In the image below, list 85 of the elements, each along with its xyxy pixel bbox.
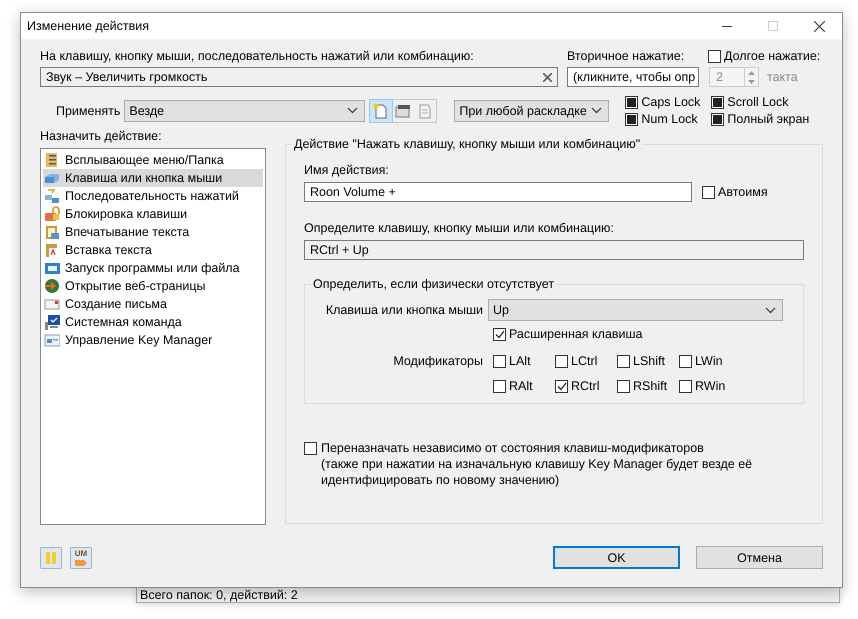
lock-icon xyxy=(44,206,60,222)
input-field[interactable]: RCtrl + Up xyxy=(304,240,804,260)
list-item[interactable]: Управление Key Manager xyxy=(43,331,263,349)
checkbox[interactable] xyxy=(702,186,715,198)
checkbox-label: LShift xyxy=(633,354,665,368)
checkbox-label: RShift xyxy=(633,379,668,393)
maximize-icon xyxy=(768,21,778,31)
checkbox-label: Автоимя xyxy=(718,185,768,199)
list-item[interactable]: Создание письма xyxy=(43,295,263,313)
list-item[interactable]: Впечатывание текста xyxy=(43,223,263,241)
dropdown[interactable]: Up xyxy=(488,299,783,321)
list-item[interactable]: Вставка текста xyxy=(43,241,263,259)
input-field[interactable]: Звук – Увеличить громкость xyxy=(40,67,558,87)
checkbox[interactable] xyxy=(617,380,630,392)
checkbox-label: LCtrl xyxy=(571,354,598,368)
tag-icon xyxy=(74,558,88,566)
checkbox[interactable] xyxy=(679,354,692,368)
list-item[interactable]: Клавиша или кнопка мыши xyxy=(43,169,263,187)
checkbox-label: Caps Lock xyxy=(641,95,700,109)
down-arrow-icon[interactable] xyxy=(748,80,755,84)
unit-label: такта xyxy=(767,70,798,84)
field-label: Модификаторы xyxy=(392,354,484,368)
up-arrow-icon[interactable] xyxy=(748,70,755,74)
checkbox[interactable] xyxy=(708,50,721,62)
input-field[interactable]: Roon Volume + xyxy=(304,182,692,202)
app-logo-button[interactable]: UM xyxy=(70,546,92,568)
checkbox[interactable] xyxy=(493,380,506,392)
dialog-button[interactable]: OK xyxy=(553,546,680,569)
checkbox-label: RCtrl xyxy=(571,379,600,393)
checkbox-label: RWin xyxy=(695,379,726,393)
new-document-icon[interactable] xyxy=(370,100,392,122)
checkbox[interactable] xyxy=(711,96,724,108)
chevron-down-icon xyxy=(765,306,776,314)
list-item[interactable]: Блокировка клавиши xyxy=(43,205,263,223)
checkbox-label: LWin xyxy=(695,354,723,368)
checkbox[interactable] xyxy=(625,112,638,126)
checkbox[interactable] xyxy=(679,380,692,392)
section-label: Назначить действие: xyxy=(40,129,163,143)
checkbox[interactable] xyxy=(493,328,506,340)
group-title: Определить, если физически отсутствует xyxy=(311,277,556,291)
window-icon xyxy=(44,332,60,348)
dialog-button[interactable]: Отмена xyxy=(696,546,823,569)
window-title: Изменение действия xyxy=(27,19,150,33)
globe-icon xyxy=(44,278,60,294)
checkbox[interactable] xyxy=(304,442,317,455)
key-sequence-icon xyxy=(44,188,60,204)
input-field[interactable]: (кликните, чтобы опр xyxy=(567,67,699,87)
list-item[interactable]: Открытие веб-страницы xyxy=(43,277,263,295)
checkbox-label: Расширенная клавиша xyxy=(509,327,642,341)
clear-icon[interactable] xyxy=(543,72,552,82)
checkbox-label: Переназначать независимо от состояния клавиш-модификаторов xyxy=(321,440,705,456)
dropdown[interactable]: При любой раскладке xyxy=(454,100,610,122)
monitor-icon xyxy=(44,314,60,330)
field-label: На клавишу, кнопку мыши, последовательность нажатий или комбинацию: xyxy=(40,49,475,63)
list-item[interactable]: Запуск программы или файла xyxy=(43,259,263,277)
field-label: Клавиша или кнопка мыши xyxy=(324,303,484,317)
clipboard-icon xyxy=(44,224,60,240)
checkbox[interactable] xyxy=(555,354,568,368)
list-item[interactable]: Последовательность нажатий xyxy=(43,187,263,205)
checkbox-label: Долгое нажатие: xyxy=(724,49,820,63)
checkbox-label: Num Lock xyxy=(641,112,698,126)
list-item[interactable]: Системная команда xyxy=(43,313,263,331)
field-label: Имя действия: xyxy=(304,163,390,177)
chevron-down-icon xyxy=(591,107,602,114)
field-label: Вторичное нажатие: xyxy=(567,49,686,63)
checkbox-label: Полный экран xyxy=(727,112,810,126)
checkbox[interactable] xyxy=(555,380,568,392)
program-window-icon xyxy=(44,260,60,276)
checkbox[interactable] xyxy=(617,354,630,368)
clipboard-text-icon xyxy=(44,242,60,258)
checkbox-label: RAlt xyxy=(509,379,533,393)
group-title: Действие "Нажать клавишу, кнопку мыши или комбинацию" xyxy=(292,137,642,151)
note-text: (также при нажатии на изначальную клавишу Key Manager будет везде её идентифицировать по новому значению) xyxy=(321,456,754,488)
checkbox-label: LAlt xyxy=(509,354,531,368)
field-label: Определите клавишу, кнопку мыши или комбинацию: xyxy=(304,221,615,235)
dropdown[interactable]: Везде xyxy=(124,100,366,122)
list-item[interactable]: Всплывающее меню/Папка xyxy=(43,151,263,169)
checkbox-label: Scroll Lock xyxy=(727,95,789,109)
checkbox[interactable] xyxy=(711,112,724,126)
folder-menu-icon xyxy=(44,152,60,168)
chevron-down-icon xyxy=(347,107,358,114)
close-icon[interactable] xyxy=(814,20,824,32)
field-label: Применять xyxy=(56,104,120,118)
checkbox[interactable] xyxy=(625,96,638,108)
checkbox[interactable] xyxy=(493,354,506,368)
